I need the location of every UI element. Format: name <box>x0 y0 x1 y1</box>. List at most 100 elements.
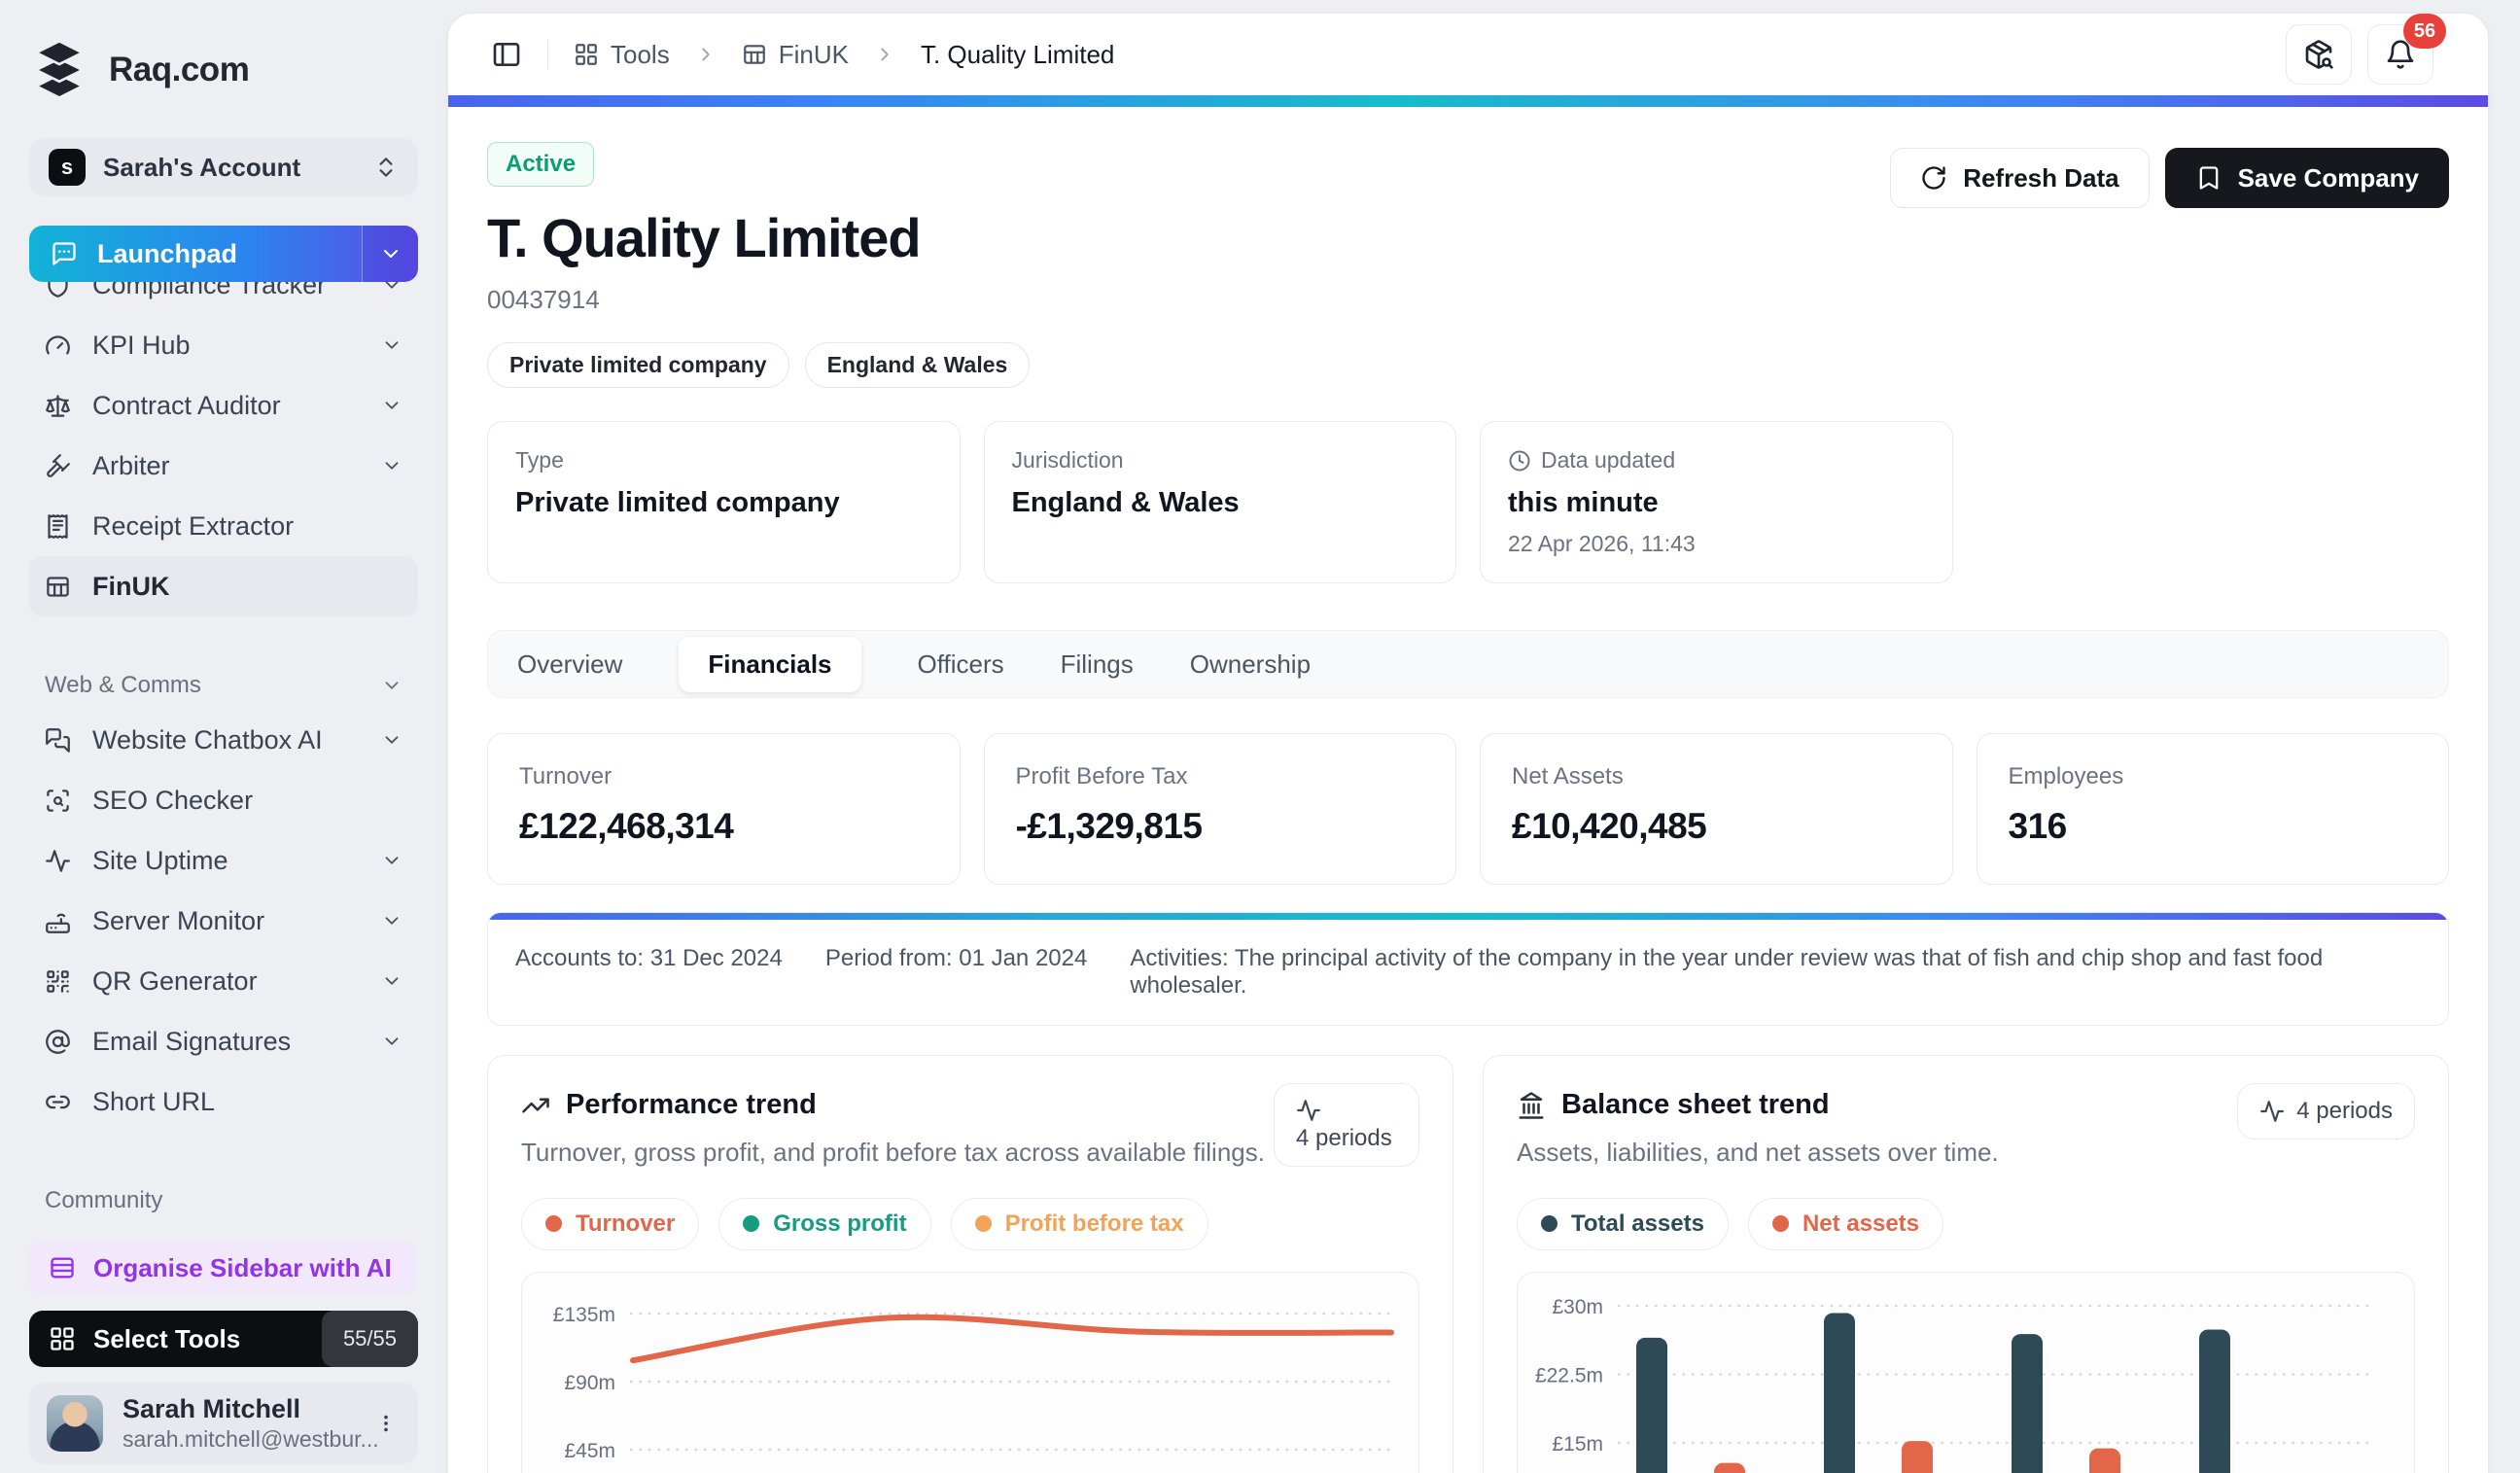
tool-nav-list: Compliance Tracker KPI Hub Contract Audi… <box>29 282 418 616</box>
legend-profit-before-tax: Profit before tax <box>950 1197 1208 1250</box>
save-company-button[interactable]: Save Company <box>2164 148 2449 208</box>
sidebar-item-website-chatbox-ai[interactable]: Website Chatbox AI <box>29 710 418 770</box>
sidebar-item-server-monitor[interactable]: Server Monitor <box>29 891 418 951</box>
tab-overview[interactable]: Overview <box>517 637 622 692</box>
chart-title: Performance trend <box>566 1089 817 1120</box>
accounts-to: Accounts to: 31 Dec 2024 <box>515 945 783 971</box>
periods-badge: 4 periods <box>1274 1083 1419 1167</box>
legend-dot <box>974 1215 992 1233</box>
svg-text:£22.5m: £22.5m <box>1535 1364 1603 1386</box>
metric-label: Turnover <box>519 763 612 789</box>
refresh-data-button[interactable]: Refresh Data <box>1890 148 2150 208</box>
sidebar-item-short-url[interactable]: Short URL <box>29 1071 418 1132</box>
organise-sidebar-button[interactable]: Organise Sidebar with AI <box>29 1241 418 1295</box>
chart-title: Balance sheet trend <box>1561 1089 1830 1120</box>
select-tools-button[interactable]: Select Tools 55/55 <box>29 1311 418 1367</box>
topbar: Tools FinUK T. Quality Limited 56 <box>448 14 2488 95</box>
breadcrumb-finuk[interactable]: FinUK <box>742 40 849 70</box>
legend-label: Net assets <box>1802 1210 1920 1237</box>
chart-subtitle: Assets, liabilities, and net assets over… <box>1517 1138 1999 1167</box>
scan-search-icon <box>47 789 69 812</box>
sidebar-item-receipt-extractor[interactable]: Receipt Extractor <box>29 496 418 556</box>
shield-icon <box>48 282 68 298</box>
chevron-down-icon <box>385 462 399 470</box>
divider <box>547 40 548 69</box>
launchpad-expand-button[interactable] <box>362 226 418 282</box>
user-email: sarah.mitchell@westbur... <box>122 1426 379 1452</box>
chevron-down-icon <box>385 682 399 689</box>
tab-ownership[interactable]: Ownership <box>1190 637 1311 692</box>
activities: Activities: The principal activity of th… <box>1130 945 2324 999</box>
chevron-down-icon <box>385 917 399 925</box>
sidebar-item-seo-checker[interactable]: SEO Checker <box>29 770 418 830</box>
organise-label: Organise Sidebar with AI <box>93 1252 392 1282</box>
balance-sheet-bar-chart: £30m£22.5m£15m£7.5m <box>1517 1271 2415 1473</box>
accent-gradient-bar <box>448 95 2488 107</box>
accounts-summary-bar: Accounts to: 31 Dec 2024 Period from: 01… <box>487 912 2449 1026</box>
launchpad-button[interactable]: Launchpad <box>29 226 418 282</box>
user-name: Sarah Mitchell <box>122 1394 301 1423</box>
sidebar-item-compliance-tracker[interactable]: Compliance Tracker <box>29 282 418 315</box>
legend-label: Total assets <box>1571 1210 1704 1237</box>
notifications-button[interactable]: 56 <box>2367 14 2446 85</box>
app-logo: Raq.com <box>29 39 418 101</box>
metric-label: Profit Before Tax <box>1015 763 1188 789</box>
account-switcher[interactable]: s Sarah's Account <box>29 138 418 196</box>
info-value: this minute <box>1508 487 1659 518</box>
sidebar-item-kpi-hub[interactable]: KPI Hub <box>29 315 418 375</box>
clock-icon <box>1509 450 1530 471</box>
company-type-tag: Private limited company <box>487 342 789 388</box>
tab-officers[interactable]: Officers <box>918 637 1004 692</box>
metric-cards: Turnover £122,468,314 Profit Before Tax … <box>487 733 2449 885</box>
sidebar: Raq.com s Sarah's Account Launchpad Comp… <box>0 0 447 1473</box>
user-profile[interactable]: Sarah Mitchell sarah.mitchell@westbur... <box>29 1383 418 1464</box>
metric-value: £122,468,314 <box>519 806 734 846</box>
info-label: Type <box>515 447 564 473</box>
tools-count-badge: 55/55 <box>321 1311 418 1367</box>
link-icon <box>46 1095 70 1108</box>
sidebar-item-site-uptime[interactable]: Site Uptime <box>29 830 418 891</box>
chevron-down-icon <box>385 977 399 985</box>
profit-before-tax-card: Profit Before Tax -£1,329,815 <box>983 733 1456 885</box>
breadcrumb-tools[interactable]: Tools <box>574 40 670 70</box>
sidebar-item-label: Website Chatbox AI <box>92 724 323 754</box>
section-web-comms[interactable]: Web & Comms <box>29 671 418 700</box>
at-sign-icon <box>46 1029 70 1054</box>
svg-text:£30m: £30m <box>1552 1296 1603 1318</box>
performance-legend: Turnover Gross profit Profit before tax <box>521 1197 1419 1250</box>
panel-left-toggle-icon[interactable] <box>491 39 522 70</box>
sidebar-item-qr-generator[interactable]: QR Generator <box>29 951 418 1011</box>
sidebar-item-finuk[interactable]: FinUK <box>29 556 418 616</box>
tab-filings[interactable]: Filings <box>1061 637 1134 692</box>
sidebar-item-label: Email Signatures <box>92 1026 292 1056</box>
metric-value: 316 <box>2008 806 2068 846</box>
section-title: Community <box>45 1187 163 1213</box>
sidebar-item-label: Arbiter <box>92 450 170 480</box>
company-header: Active T. Quality Limited 00437914 Priva… <box>487 142 2449 388</box>
receipt-icon <box>48 513 68 539</box>
period-from: Period from: 01 Jan 2024 <box>824 945 1088 971</box>
sidebar-item-email-signatures[interactable]: Email Signatures <box>29 1011 418 1071</box>
package-search-button[interactable] <box>2286 24 2352 85</box>
data-updated-card: Data updated this minute 22 Apr 2026, 11… <box>1480 421 1953 583</box>
sidebar-item-arbiter[interactable]: Arbiter <box>29 436 418 496</box>
main-panel: Tools FinUK T. Quality Limited 56 Active… <box>447 13 2489 1473</box>
tab-financials[interactable]: Financials <box>679 636 861 692</box>
legend-net-assets: Net assets <box>1747 1197 1944 1250</box>
bookmark-icon <box>2199 166 2218 190</box>
page-title: T. Quality Limited <box>487 207 922 268</box>
refresh-icon <box>1922 166 1945 190</box>
grid-icon <box>576 44 597 65</box>
legend-dot <box>1541 1215 1558 1233</box>
svg-text:£135m: £135m <box>553 1304 615 1326</box>
kebab-menu-icon[interactable] <box>375 1411 401 1436</box>
sidebar-item-label: FinUK <box>92 571 170 601</box>
save-label: Save Company <box>2237 162 2419 193</box>
periods-label: 4 periods <box>1296 1125 1392 1151</box>
gauge-icon <box>46 334 70 354</box>
refresh-label: Refresh Data <box>1963 162 2119 193</box>
package-search-icon <box>2305 40 2333 69</box>
chevron-down-icon <box>385 402 399 409</box>
jurisdiction-tag: England & Wales <box>804 342 1031 388</box>
sidebar-item-contract-auditor[interactable]: Contract Auditor <box>29 375 418 436</box>
